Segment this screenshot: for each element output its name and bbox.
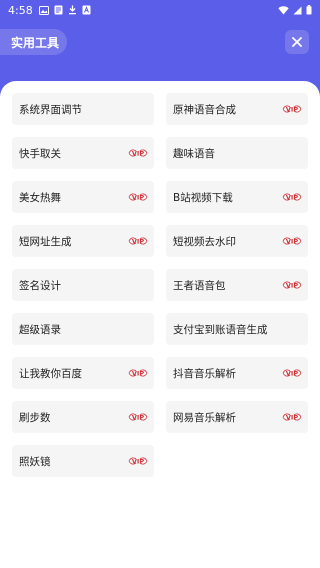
tool-item[interactable]: 快手取关 VIP [12, 137, 154, 169]
tool-label: 短视频去水印 [173, 235, 236, 248]
vip-label: VIP [132, 193, 144, 201]
tool-item[interactable]: 美女热舞 VIP [12, 181, 154, 213]
vip-label: VIP [286, 281, 298, 289]
vip-badge-icon: VIP [128, 237, 148, 245]
vip-badge-icon: VIP [282, 237, 302, 245]
tool-item[interactable]: 刷步数 VIP [12, 401, 154, 433]
tool-label: 快手取关 [19, 147, 61, 160]
tool-label: 美女热舞 [19, 191, 61, 204]
tool-item[interactable]: 超级语录 [12, 313, 154, 345]
tool-label: 照妖镜 [19, 455, 51, 468]
tool-label: 趣味语音 [173, 147, 215, 160]
tool-item[interactable]: 让我教你百度 VIP [12, 357, 154, 389]
tool-item[interactable]: B站视频下载 VIP [166, 181, 308, 213]
tool-label: 原神语音合成 [173, 103, 236, 116]
close-icon [292, 37, 302, 47]
tool-label: 支付宝到账语音生成 [173, 323, 268, 336]
font-icon [82, 5, 91, 15]
tool-item[interactable]: 原神语音合成 VIP [166, 93, 308, 125]
vip-badge-icon: VIP [128, 457, 148, 465]
download-icon [68, 5, 76, 15]
tool-item[interactable]: 支付宝到账语音生成 [166, 313, 308, 345]
page-title-text: 实用工具 [11, 35, 60, 50]
vip-label: VIP [132, 369, 144, 377]
tool-item[interactable]: 短网址生成 VIP [12, 225, 154, 257]
page-title: 实用工具 [0, 29, 67, 55]
document-icon [54, 5, 63, 15]
tool-label: 让我教你百度 [19, 367, 82, 380]
vip-badge-icon: VIP [128, 413, 148, 421]
vip-badge-icon: VIP [282, 413, 302, 421]
vip-label: VIP [286, 237, 298, 245]
vip-badge-icon: VIP [282, 281, 302, 289]
vip-label: VIP [132, 149, 144, 157]
vip-label: VIP [286, 413, 298, 421]
tool-label: 系统界面调节 [19, 103, 82, 116]
status-system-icons [278, 5, 312, 15]
battery-icon [306, 5, 312, 15]
tool-item[interactable]: 趣味语音 [166, 137, 308, 169]
tool-item[interactable]: 签名设计 [12, 269, 154, 301]
vip-badge-icon: VIP [282, 369, 302, 377]
wifi-icon [278, 5, 289, 14]
vip-badge-icon: VIP [128, 193, 148, 201]
vip-label: VIP [286, 105, 298, 113]
vip-label: VIP [132, 237, 144, 245]
vip-badge-icon: VIP [282, 193, 302, 201]
image-icon [38, 5, 49, 15]
vip-badge-icon: VIP [128, 369, 148, 377]
tool-item[interactable]: 短视频去水印 VIP [166, 225, 308, 257]
tool-label: 短网址生成 [19, 235, 72, 248]
tool-item[interactable]: 照妖镜 VIP [12, 445, 154, 477]
status-bar: 4:58 [0, 0, 320, 20]
tool-label: 王者语音包 [173, 279, 226, 292]
tool-label: 超级语录 [19, 323, 61, 336]
signal-icon [293, 6, 302, 14]
tool-label: 刷步数 [19, 411, 51, 424]
tool-item[interactable]: 王者语音包 VIP [166, 269, 308, 301]
tool-item[interactable]: 系统界面调节 [12, 93, 154, 125]
close-button[interactable] [285, 30, 309, 54]
tool-item[interactable]: 抖音音乐解析 VIP [166, 357, 308, 389]
tool-label: 网易音乐解析 [173, 411, 236, 424]
tools-grid: 系统界面调节 原神语音合成 VIP 快手取关 VIP 趣味语音美女热舞 VIP B… [12, 93, 308, 477]
tool-label: 签名设计 [19, 279, 61, 292]
vip-label: VIP [286, 369, 298, 377]
vip-badge-icon: VIP [128, 149, 148, 157]
vip-label: VIP [286, 193, 298, 201]
vip-label: VIP [132, 413, 144, 421]
header: 实用工具 [0, 20, 320, 66]
vip-badge-icon: VIP [282, 105, 302, 113]
status-time: 4:58 [8, 3, 33, 17]
status-notification-icons [38, 5, 91, 15]
tool-label: 抖音音乐解析 [173, 367, 236, 380]
tool-label: B站视频下载 [173, 191, 233, 204]
vip-label: VIP [132, 457, 144, 465]
tool-item[interactable]: 网易音乐解析 VIP [166, 401, 308, 433]
tools-sheet: 系统界面调节 原神语音合成 VIP 快手取关 VIP 趣味语音美女热舞 VIP B… [0, 81, 320, 568]
